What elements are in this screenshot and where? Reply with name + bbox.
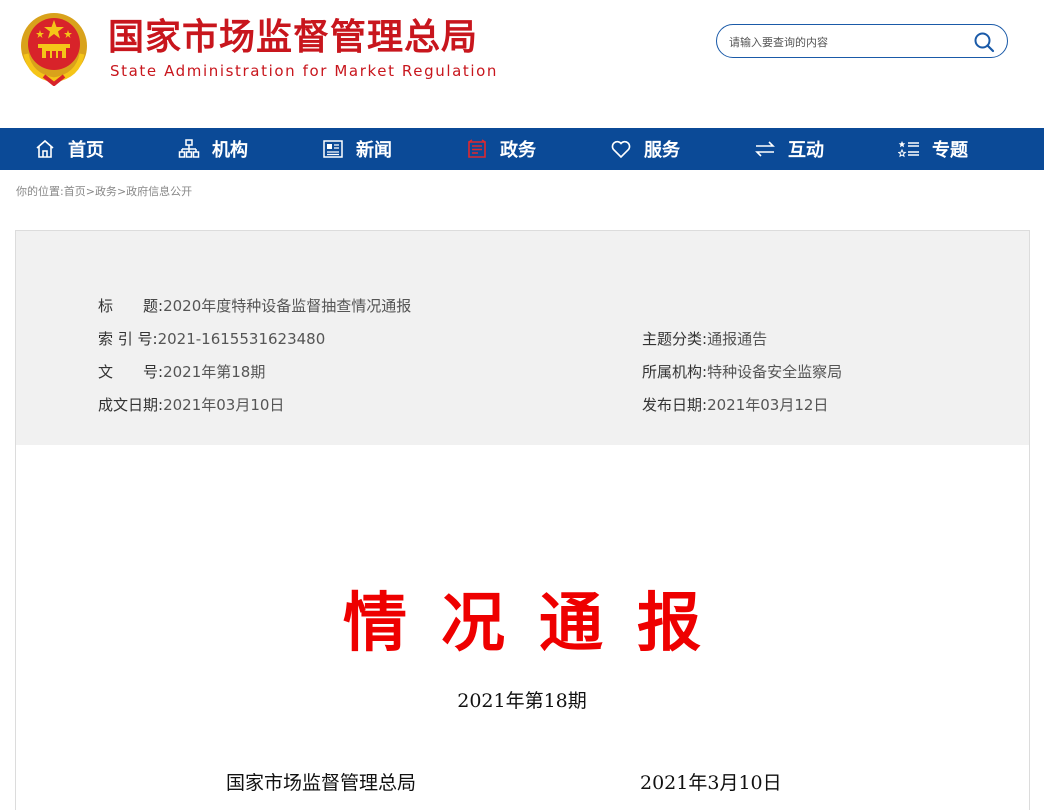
meta-created-row: 成文日期:2021年03月10日: [98, 394, 284, 415]
main-nav: 首页 机构 新闻 政务 服务 互动 专题: [0, 128, 1044, 170]
meta-index-label: 索 引 号:: [98, 330, 158, 348]
nav-item-home[interactable]: 首页: [34, 128, 104, 170]
meta-index-row: 索 引 号:2021-1615531623480: [98, 328, 325, 349]
meta-org-label: 所属机构:: [642, 363, 708, 381]
site-subtitle: State Administration for Market Regulati…: [110, 62, 499, 80]
nav-item-label: 服务: [644, 140, 680, 161]
meta-published-value: 2021年03月12日: [707, 396, 829, 414]
breadcrumb-link-info-disclosure[interactable]: 政府信息公开: [126, 185, 192, 198]
nav-item-services[interactable]: 服务: [610, 128, 680, 170]
breadcrumb-link-government-affairs[interactable]: 政务: [95, 185, 117, 198]
nav-item-organization[interactable]: 机构: [178, 128, 248, 170]
breadcrumb-separator: >: [85, 185, 95, 198]
home-icon: [34, 138, 56, 160]
site-title[interactable]: 国家市场监督管理总局: [108, 16, 478, 60]
meta-docno-value: 2021年第18期: [163, 363, 266, 381]
heart-icon: [610, 138, 632, 160]
list-stars-icon: [898, 138, 920, 160]
meta-published-label: 发布日期:: [642, 396, 708, 414]
meta-title-row: 标 题:2020年度特种设备监督抽查情况通报: [98, 295, 411, 316]
meta-created-label: 成文日期:: [98, 396, 164, 414]
nav-item-label: 互动: [788, 140, 824, 161]
nav-item-label: 首页: [68, 140, 104, 161]
meta-org-row: 所属机构:特种设备安全监察局: [642, 361, 842, 382]
meta-org-value: 特种设备安全监察局: [707, 363, 843, 381]
document-heading: 情况通报: [343, 586, 735, 661]
search-icon[interactable]: [973, 31, 995, 53]
nav-item-label: 机构: [212, 140, 248, 161]
breadcrumb-separator: >: [116, 185, 127, 198]
org-chart-icon: [178, 138, 200, 160]
meta-title-value: 2020年度特种设备监督抽查情况通报: [163, 297, 412, 315]
document-date: 2021年3月10日: [640, 772, 782, 794]
breadcrumb-link-home[interactable]: 首页: [64, 185, 86, 198]
search-box: [716, 24, 1008, 58]
nav-item-news[interactable]: 新闻: [322, 128, 392, 170]
search-input[interactable]: [729, 32, 969, 52]
breadcrumb-prefix: 你的位置:: [16, 185, 64, 198]
government-affairs-icon: [466, 138, 488, 160]
nav-item-government-affairs[interactable]: 政务: [466, 128, 536, 170]
meta-topic-row: 主题分类:通报通告: [642, 328, 767, 349]
meta-created-value: 2021年03月10日: [163, 396, 285, 414]
nav-item-label: 专题: [932, 140, 968, 161]
newspaper-icon: [322, 138, 344, 160]
meta-index-value: 2021-1615531623480: [157, 330, 326, 348]
meta-title-label: 标 题:: [98, 297, 164, 315]
exchange-arrows-icon: [754, 138, 776, 160]
meta-docno-row: 文 号:2021年第18期: [98, 361, 265, 382]
meta-published-row: 发布日期:2021年03月12日: [642, 394, 828, 415]
nav-item-interaction[interactable]: 互动: [754, 128, 824, 170]
document-issue-number: 2021年第18期: [457, 690, 587, 712]
national-emblem-logo[interactable]: [18, 10, 90, 87]
meta-topic-label: 主题分类:: [642, 330, 708, 348]
breadcrumb: 你的位置:首页>政务>政府信息公开: [16, 183, 192, 199]
nav-item-label: 政务: [500, 140, 536, 161]
document-issuer: 国家市场监督管理总局: [226, 772, 417, 794]
meta-docno-label: 文 号:: [98, 363, 164, 381]
nav-item-topics[interactable]: 专题: [898, 128, 968, 170]
nav-item-label: 新闻: [356, 140, 392, 161]
meta-topic-value: 通报通告: [707, 330, 768, 348]
site-header: 国家市场监督管理总局 State Administration for Mark…: [0, 0, 1044, 128]
